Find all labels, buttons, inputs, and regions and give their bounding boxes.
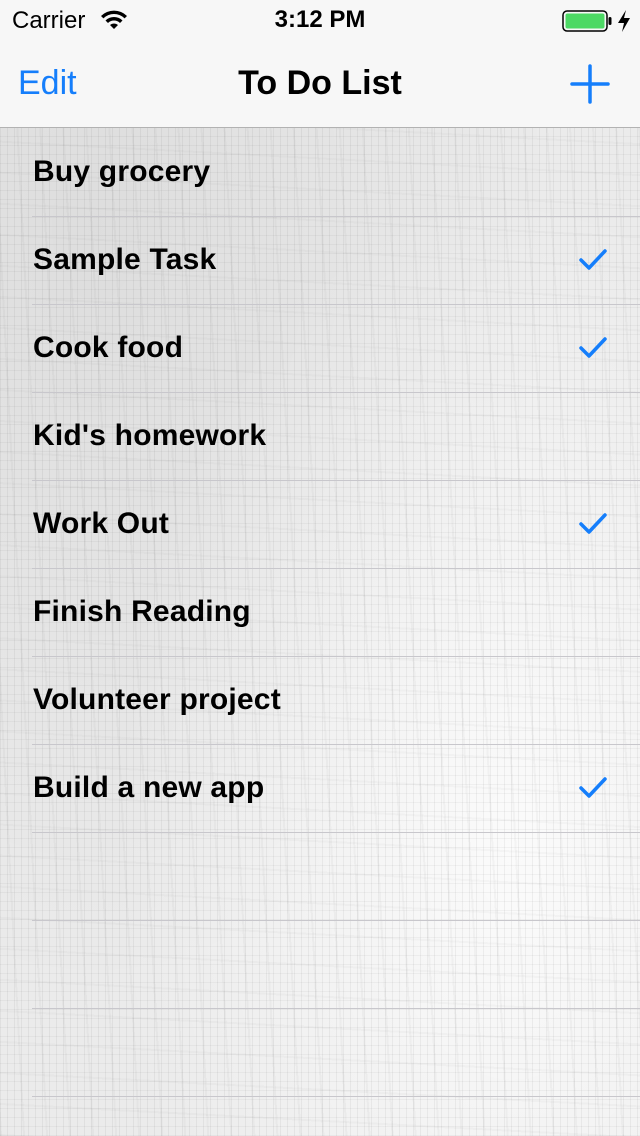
empty-row — [0, 833, 640, 921]
status-bar: Carrier 3:12 PM — [0, 0, 640, 40]
empty-row — [0, 921, 640, 1009]
task-row[interactable]: Volunteer project — [0, 657, 640, 745]
battery-icon — [562, 10, 612, 32]
task-row[interactable]: Sample Task — [0, 217, 640, 305]
task-row[interactable]: Cook food — [0, 305, 640, 393]
task-label: Volunteer project — [33, 683, 281, 716]
task-label: Kid's homework — [33, 419, 267, 452]
checkmark-icon — [579, 249, 607, 270]
checkmark-icon — [579, 513, 607, 534]
task-label: Build a new app — [33, 771, 265, 804]
plus-icon — [570, 64, 610, 104]
navigation-bar: Edit To Do List — [0, 40, 640, 128]
checkmark-icon — [579, 337, 607, 358]
task-row[interactable]: Finish Reading — [0, 569, 640, 657]
task-row[interactable]: Build a new app — [0, 745, 640, 833]
page-title: To Do List — [238, 64, 402, 102]
task-row[interactable]: Work Out — [0, 481, 640, 569]
status-time: 3:12 PM — [274, 6, 366, 33]
task-label: Sample Task — [33, 243, 217, 276]
task-row[interactable]: Buy grocery — [0, 129, 640, 217]
task-label: Finish Reading — [33, 595, 251, 628]
edit-button[interactable]: Edit — [18, 64, 77, 103]
checkmark-icon — [579, 777, 607, 798]
task-label: Work Out — [33, 507, 170, 540]
empty-row — [0, 1009, 640, 1097]
task-label: Buy grocery — [33, 155, 211, 188]
add-task-button[interactable] — [568, 62, 612, 106]
task-list: Buy grocery Sample Task Cook food Kid's hom… — [0, 129, 640, 1097]
charging-bolt-icon — [618, 10, 630, 32]
task-row[interactable]: Kid's homework — [0, 393, 640, 481]
task-label: Cook food — [33, 331, 184, 364]
